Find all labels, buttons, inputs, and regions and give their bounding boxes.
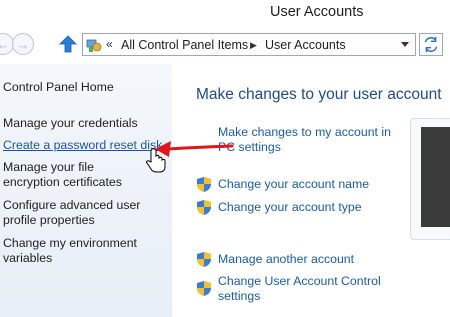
navigation-bar: ← → « All Control Panel Items ▶ User Acc… — [0, 30, 450, 60]
sidebar-item-manage-credentials[interactable]: Manage your credentials — [3, 116, 169, 131]
refresh-icon[interactable] — [419, 33, 443, 56]
up-arrow-icon[interactable] — [58, 34, 78, 54]
address-bar[interactable]: « All Control Panel Items ▶ User Account… — [82, 33, 416, 56]
forward-icon[interactable]: → — [12, 33, 34, 55]
shield-icon — [197, 200, 211, 215]
title-bar: User Accounts — [0, 0, 450, 30]
sidebar-item-environment-variables[interactable]: Change my environment variables — [3, 236, 143, 266]
sidebar: Control Panel Home Manage your credentia… — [0, 64, 172, 317]
window-title: User Accounts — [270, 4, 364, 20]
shield-icon — [197, 281, 211, 296]
chevron-down-icon[interactable] — [401, 42, 409, 47]
sidebar-item-create-password-reset-disk[interactable]: Create a password reset disk — [3, 138, 169, 153]
shield-icon — [197, 177, 211, 192]
manage-another-account-link[interactable]: Manage another account — [218, 252, 354, 267]
change-account-type-link[interactable]: Change your account type — [218, 200, 362, 215]
control-panel-icon — [86, 39, 102, 52]
breadcrumb-overflow-icon[interactable]: « — [106, 37, 113, 51]
breadcrumb-separator-icon[interactable]: ▶ — [250, 40, 257, 51]
shield-icon — [197, 252, 211, 267]
pc-settings-link[interactable]: Make changes to my account in PC setting… — [218, 125, 398, 155]
page-title: Make changes to your user account — [196, 86, 442, 103]
sidebar-item-advanced-user-profile[interactable]: Configure advanced user profile properti… — [3, 198, 143, 228]
sidebar-item-file-encryption-certificates[interactable]: Manage your file encryption certificates — [3, 160, 153, 190]
uac-settings-link[interactable]: Change User Account Control settings — [218, 274, 398, 304]
breadcrumb-all-control-panel-items[interactable]: All Control Panel Items — [121, 38, 248, 52]
change-account-name-link[interactable]: Change your account name — [218, 177, 369, 192]
sidebar-item-control-panel-home[interactable]: Control Panel Home — [3, 80, 169, 95]
account-picture[interactable] — [421, 127, 450, 227]
breadcrumb-user-accounts[interactable]: User Accounts — [265, 38, 346, 52]
